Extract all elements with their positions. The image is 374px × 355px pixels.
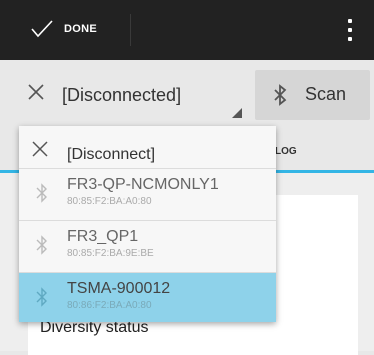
spinner-dropdown-indicator bbox=[232, 108, 242, 118]
device-name: FR3_QP1 bbox=[67, 228, 139, 245]
dropdown-item-disconnect[interactable]: [Disconnect] bbox=[19, 126, 276, 169]
disconnect-icon bbox=[32, 141, 48, 157]
overflow-menu-icon[interactable] bbox=[340, 17, 360, 43]
bluetooth-icon bbox=[36, 183, 47, 203]
bluetooth-icon bbox=[36, 287, 47, 307]
bluetooth-icon bbox=[274, 84, 287, 106]
scan-button[interactable]: Scan bbox=[255, 70, 370, 120]
dropdown-item-device-selected[interactable]: TSMA-900012 80:86:F2:BA:A0:80 bbox=[19, 273, 276, 322]
done-label: DONE bbox=[64, 23, 97, 35]
dropdown-item-device[interactable]: FR3-QP-NCMONLY1 80:85:F2:BA:A0:80 bbox=[19, 169, 276, 221]
done-button[interactable]: DONE bbox=[0, 0, 130, 60]
action-bar: DONE bbox=[0, 0, 374, 60]
device-mac: 80:86:F2:BA:A0:80 bbox=[67, 300, 152, 311]
close-icon[interactable] bbox=[26, 82, 46, 102]
device-dropdown: [Disconnect] FR3-QP-NCMONLY1 80:85:F2:BA… bbox=[19, 126, 276, 322]
device-name: TSMA-900012 bbox=[67, 280, 171, 297]
dropdown-item-device[interactable]: FR3_QP1 80:85:F2:BA:9E:BE bbox=[19, 221, 276, 273]
scan-label: Scan bbox=[305, 84, 347, 104]
bluetooth-icon bbox=[36, 235, 47, 255]
device-spinner[interactable]: [Disconnected] bbox=[62, 85, 181, 106]
checkmark-icon bbox=[31, 20, 53, 38]
device-name: FR3-QP-NCMONLY1 bbox=[67, 176, 219, 193]
tab-log[interactable]: LOG bbox=[275, 146, 297, 157]
dropdown-item-label: [Disconnect] bbox=[67, 146, 156, 163]
device-mac: 80:85:F2:BA:A0:80 bbox=[67, 196, 152, 207]
action-bar-divider bbox=[130, 14, 131, 46]
device-mac: 80:85:F2:BA:9E:BE bbox=[67, 248, 154, 259]
